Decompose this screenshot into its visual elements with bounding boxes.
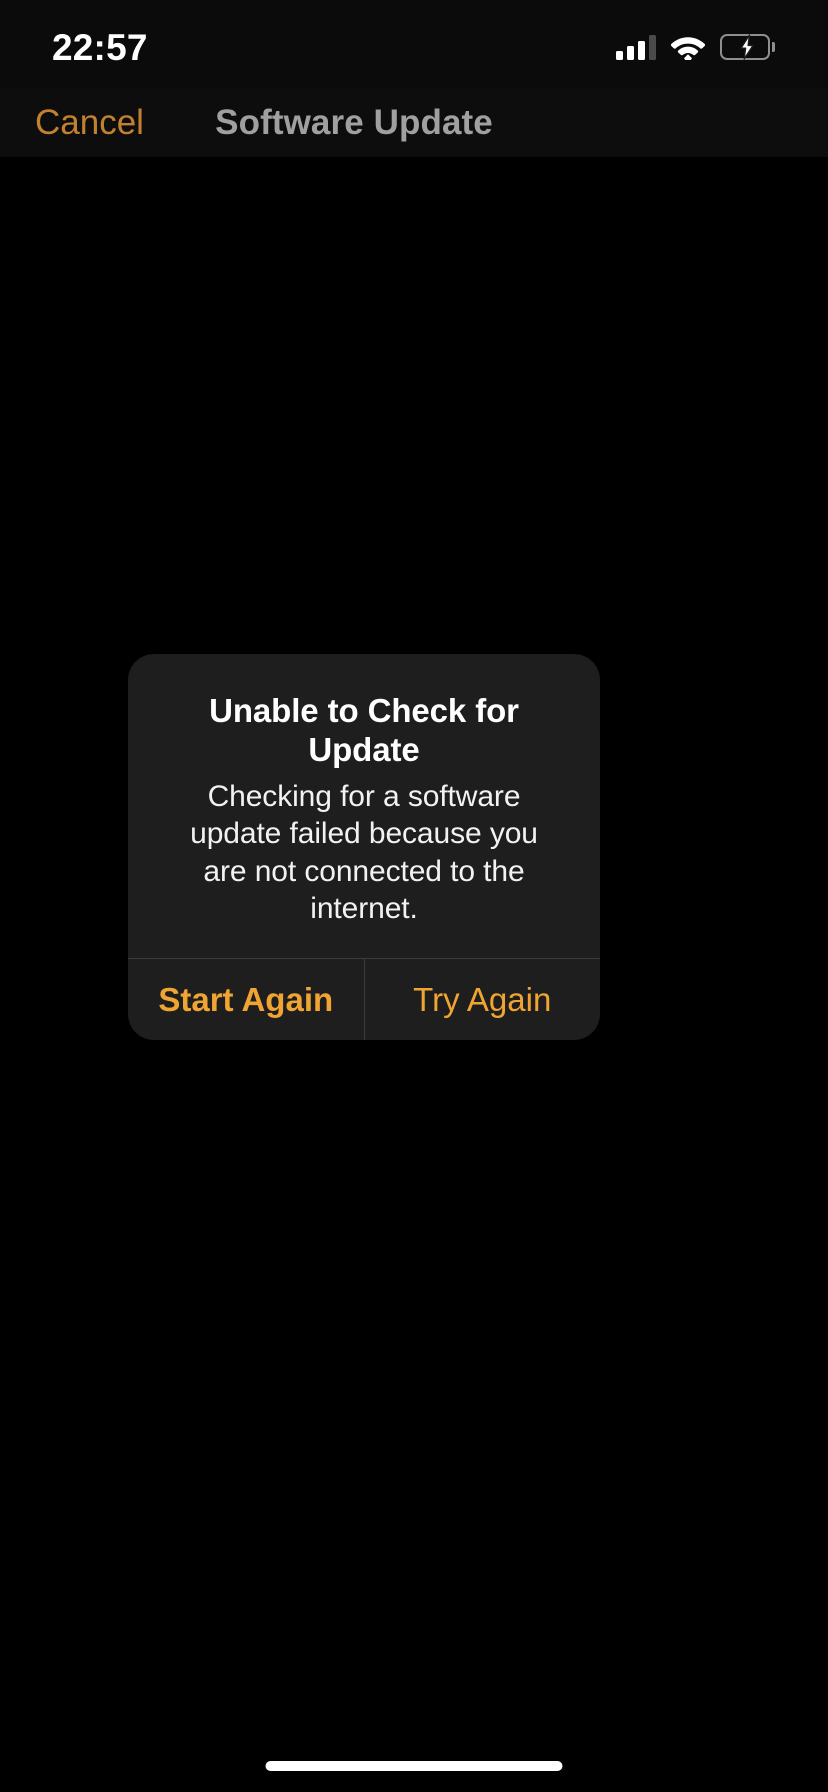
status-bar: 22:57 xyxy=(0,0,828,88)
start-again-button[interactable]: Start Again xyxy=(128,959,364,1040)
alert-message: Checking for a software update failed be… xyxy=(190,779,538,926)
wifi-icon xyxy=(670,34,706,60)
status-bar-time: 22:57 xyxy=(52,26,148,68)
cellular-signal-icon xyxy=(616,34,656,60)
navigation-bar: Cancel Software Update xyxy=(0,88,828,157)
alert-title: Unable to Check for Update xyxy=(209,692,519,768)
battery-charging-icon xyxy=(720,34,775,61)
alert-dialog: Unable to Check for Update Checking for … xyxy=(128,654,600,1040)
cancel-button[interactable]: Cancel xyxy=(35,105,144,140)
status-bar-indicators xyxy=(616,34,775,61)
home-indicator[interactable] xyxy=(265,1761,563,1771)
try-again-button[interactable]: Try Again xyxy=(365,959,601,1040)
alert-actions: Start Again Try Again xyxy=(128,957,601,1040)
alert-body: Unable to Check for Update Checking for … xyxy=(128,654,600,958)
